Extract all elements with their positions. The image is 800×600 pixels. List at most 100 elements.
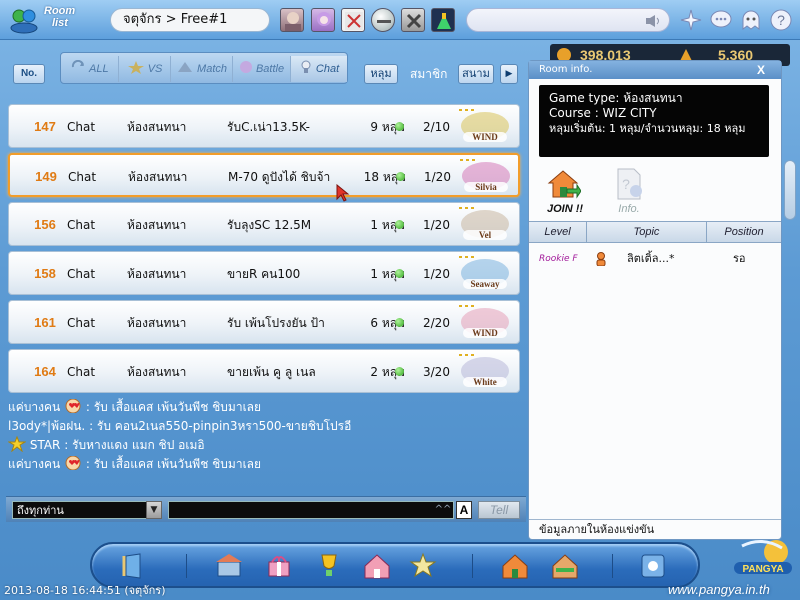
ball-icon[interactable]: [371, 8, 395, 32]
room-row[interactable]: 147 Chat ห้องสนทนา รับC.เน่า13.5K- 9 หลุม 2/1…: [8, 104, 520, 148]
scratch-card-icon[interactable]: [408, 552, 438, 580]
chat-message: แค่บางคน : รับ เสื้อแคส เพ้นวันพีช ชิบมา…: [8, 455, 526, 474]
timestamp: 2013-08-18 16:44:51 (จตุจักร): [4, 584, 166, 597]
my-room-icon[interactable]: [500, 552, 530, 580]
close-button[interactable]: X: [751, 61, 771, 79]
chat-text: : รับ เสื้อแคส เพ้นวันพีช ชิบมาเลย: [82, 400, 262, 414]
info-label: Info.: [618, 203, 640, 215]
join-house-icon: [547, 170, 582, 199]
ghost-icon[interactable]: [740, 9, 762, 31]
course-name: WIND: [472, 328, 498, 338]
player-level: Rookie F: [539, 254, 578, 264]
room-type: ห้องสนทนา: [127, 267, 187, 281]
room-topic: รับC.เน่า13.5K-: [227, 120, 310, 134]
caddie-avatar[interactable]: [341, 8, 365, 32]
chevron-down-icon[interactable]: ▼: [146, 501, 162, 519]
join-button[interactable]: JOIN !!: [543, 167, 583, 217]
header-level: Level: [529, 222, 587, 242]
room-players: 3/20: [423, 365, 450, 379]
options-icon[interactable]: [638, 552, 668, 580]
course-logo-icon: Seaway: [459, 256, 509, 289]
chat-text: : รับหางแดง แมก ชิป อเมอิ: [60, 438, 205, 452]
room-row[interactable]: 164 Chat ห้องสนทนา ขายเพ้น คู ลู เนล 2 หลุม 3…: [8, 349, 520, 393]
room-type: ห้องสนทนา: [127, 120, 187, 134]
tab-vs[interactable]: VS: [119, 56, 171, 82]
chat-target-select[interactable]: ถึงทุกท่าน: [12, 501, 162, 519]
tab-all[interactable]: ALL: [61, 56, 119, 82]
clubhouse-icon[interactable]: [362, 552, 392, 580]
font-style-button[interactable]: A: [456, 501, 472, 519]
chat-sender[interactable]: แค่บางคน: [8, 400, 60, 414]
vs-icon: [127, 61, 144, 74]
exit-door-icon[interactable]: [120, 552, 150, 580]
help-icon[interactable]: ?: [770, 9, 792, 31]
chat-sender[interactable]: แค่บางคน: [8, 457, 60, 471]
svg-text:PANGYA: PANGYA: [742, 564, 783, 575]
room-players: 2/10: [423, 120, 450, 134]
room-row[interactable]: 149 Chat ห้องสนทนา M-70 ดูปังได้ ชิบจ้า 18 ห…: [8, 153, 520, 197]
online-status-icon: [395, 367, 404, 376]
course-sort-button[interactable]: สนาม: [458, 64, 494, 84]
tell-button[interactable]: Tell: [478, 501, 520, 519]
room-number: 158: [34, 266, 56, 281]
character-avatar[interactable]: [311, 8, 335, 32]
sparkle-icon[interactable]: [680, 9, 702, 31]
room-row[interactable]: 161 Chat ห้องสนทนา รับ เพ้นโปรงยัน ป้า 6 หลุ…: [8, 300, 520, 344]
room-mode: Chat: [67, 218, 96, 232]
online-status-icon: [396, 172, 405, 181]
tab-match[interactable]: Match: [171, 56, 233, 82]
room-list-icon[interactable]: [8, 6, 40, 34]
chat-sender[interactable]: l3ody*|พ้อฝน.: [8, 419, 85, 433]
course-name: Seaway: [471, 279, 500, 289]
room-number: 149: [35, 169, 57, 184]
room-row[interactable]: 156 Chat ห้องสนทนา รับลุงSC 12.5M 1 หลุม 1/20…: [8, 202, 520, 246]
tab-chat[interactable]: Chat: [291, 56, 347, 82]
lounge-icon[interactable]: [550, 552, 580, 580]
holes-sort-button[interactable]: หลุม: [364, 64, 398, 84]
shop-icon[interactable]: [214, 552, 244, 580]
online-status-icon: [395, 318, 404, 327]
club-icon[interactable]: [431, 8, 455, 32]
room-players: 1/20: [424, 170, 451, 184]
next-page-button[interactable]: ▶: [500, 64, 518, 84]
course-logo-icon: White: [459, 354, 509, 387]
room-players: 1/20: [423, 267, 450, 281]
chat-bubble-icon[interactable]: [710, 9, 732, 31]
chat-message: แค่บางคน : รับ เสื้อแคส เพ้นวันพีช ชิบมา…: [8, 398, 526, 417]
room-players: 1/20: [423, 218, 450, 232]
room-type: ห้องสนทนา: [127, 316, 187, 330]
join-label: JOIN !!: [546, 203, 584, 215]
chat-tab-icon: [301, 60, 311, 73]
info-button[interactable]: ? Info.: [609, 167, 649, 217]
svg-text:?: ?: [622, 176, 630, 192]
player-avatar[interactable]: [280, 8, 304, 32]
info-document-icon: ?: [617, 168, 642, 200]
room-type: ห้องสนทนา: [127, 365, 187, 379]
room-row[interactable]: 158 Chat ห้องสนทนา ขายR คน100 1 หลุม 1/20 Seaw…: [8, 251, 520, 295]
chat-input[interactable]: [168, 501, 454, 519]
star-icon: [8, 436, 26, 452]
player-row[interactable]: Rookie F ลิตเติ้ล...* รอ: [529, 249, 781, 269]
room-type: ห้องสนทนา: [128, 170, 188, 184]
sort-number-button[interactable]: No.: [13, 64, 45, 84]
panel-scrollbar[interactable]: [784, 160, 796, 220]
room-mode: Chat: [67, 267, 96, 281]
player-icon: [596, 252, 606, 266]
room-number: 147: [34, 119, 56, 134]
top-search-bar[interactable]: [466, 8, 670, 32]
player-position: รอ: [733, 252, 746, 265]
gift-icon[interactable]: [264, 552, 294, 580]
course-name: WIND: [472, 132, 498, 142]
empty-slot-icon[interactable]: [401, 8, 425, 32]
trophy-icon[interactable]: [314, 552, 344, 580]
member-label: สมาชิก: [410, 67, 448, 81]
bottom-dock: [90, 542, 700, 588]
chat-sender[interactable]: STAR: [30, 438, 61, 452]
heart-emote-icon: [65, 399, 81, 413]
battle-icon: [239, 61, 252, 73]
tab-battle[interactable]: Battle: [233, 56, 291, 82]
room-list-title: Room list: [44, 5, 76, 29]
room-mode: Chat: [67, 120, 96, 134]
online-status-icon: [395, 122, 404, 131]
emoticon-button[interactable]: ^^: [432, 501, 454, 519]
